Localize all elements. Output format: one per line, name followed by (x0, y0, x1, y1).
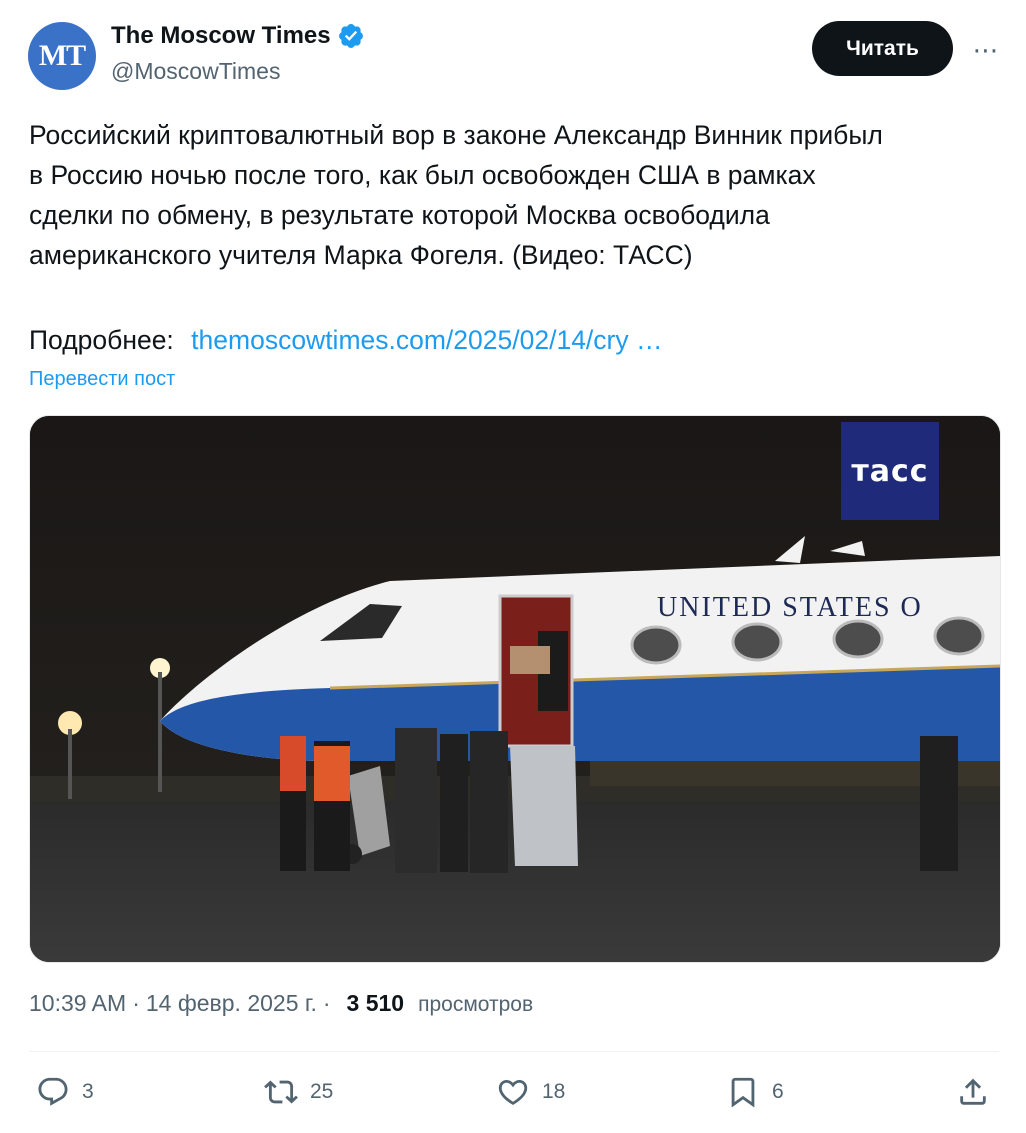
tass-watermark-text: тасс (851, 453, 929, 489)
divider (29, 1051, 999, 1052)
follow-button[interactable]: Читать (812, 21, 953, 76)
meta-separator: · (132, 990, 140, 1016)
tweet-time[interactable]: 10:39 AM (29, 990, 126, 1017)
bookmark-icon (731, 1077, 755, 1108)
reply-count: 3 (82, 1080, 94, 1103)
reply-icon (38, 1077, 68, 1106)
views-count: 3 510 (346, 990, 405, 1016)
views-label: просмотров (418, 993, 534, 1016)
reply-button[interactable]: 3 (36, 1070, 94, 1114)
author-handle[interactable]: @MoscowTimes (111, 58, 280, 85)
author-display-name[interactable]: The Moscow Times (111, 22, 331, 50)
action-bar: 3 25 18 6 (0, 1070, 1026, 1118)
share-icon (960, 1078, 986, 1105)
heart-icon (498, 1079, 528, 1105)
repost-count: 25 (310, 1080, 334, 1103)
meta-separator: · (322, 990, 331, 1016)
tweet-text: Российский криптовалютный вор в законе А… (29, 120, 883, 270)
bookmark-count: 6 (772, 1080, 784, 1103)
like-button[interactable]: 18 (496, 1070, 565, 1114)
repost-button[interactable]: 25 (264, 1070, 333, 1114)
tweet-date[interactable]: 14 февр. 2025 г. (146, 990, 317, 1017)
share-button[interactable] (956, 1070, 990, 1114)
like-count: 18 (542, 1080, 566, 1103)
bookmark-button[interactable]: 6 (726, 1070, 784, 1114)
article-link[interactable]: themoscowtimes.com/2025/02/14/cry … (191, 325, 662, 355)
translate-post-link[interactable]: Перевести пост (29, 368, 175, 391)
repost-icon (264, 1080, 298, 1104)
more-line: Подробнее: themoscowtimes.com/2025/02/14… (29, 320, 662, 360)
tweet-meta: 10:39 AM · 14 февр. 2025 г. · 3 510 прос… (29, 990, 533, 1017)
author-name-row: The Moscow Times (111, 22, 365, 50)
plane-text: UNITED STATES O (657, 592, 923, 623)
avatar[interactable]: MT (28, 22, 96, 90)
tweet-card: MT The Moscow Times @MoscowTimes Читать … (0, 0, 1026, 1133)
more-options-icon[interactable]: ⋯ (968, 32, 1004, 68)
tass-watermark: тасс (841, 422, 939, 520)
avatar-initials: MT (38, 39, 86, 72)
more-prefix: Подробнее: (29, 325, 174, 355)
verified-badge-icon[interactable] (337, 22, 365, 50)
video-player[interactable]: UNITED STATES O тасс (29, 415, 1001, 963)
